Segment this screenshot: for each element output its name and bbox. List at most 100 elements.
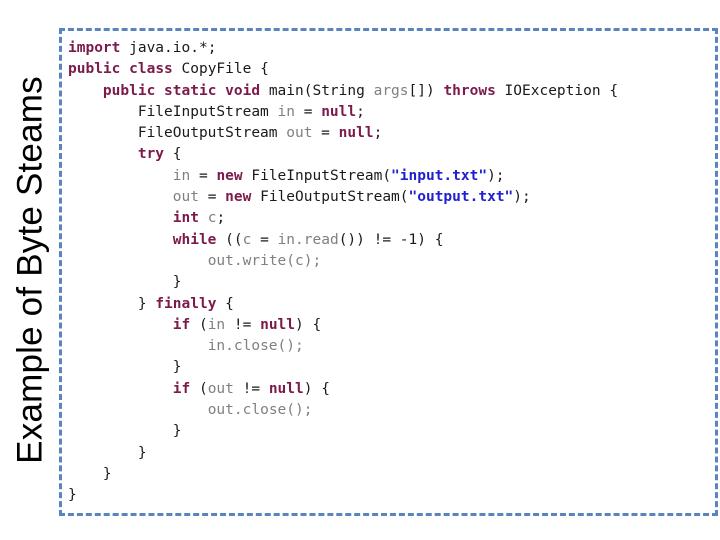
- code-line: FileInputStream in = null;: [68, 102, 618, 123]
- code-token: close: [233, 338, 278, 355]
- code-token: =: [294, 103, 322, 120]
- code-line: }: [68, 485, 618, 506]
- code-token: import: [68, 40, 121, 56]
- code-line: out.close();: [68, 400, 618, 421]
- code-token: while: [172, 231, 217, 248]
- code-line: out = new FileOutputStream("output.txt")…: [68, 187, 618, 208]
- code-token: null: [260, 316, 296, 333]
- code-token: write: [242, 252, 287, 269]
- code-token: in: [277, 103, 295, 120]
- code-token: .: [225, 338, 234, 355]
- code-line: }: [68, 357, 618, 378]
- code-token: FileInputStream: [68, 103, 278, 120]
- code-token: }: [68, 465, 112, 482]
- code-token: public: [68, 61, 121, 78]
- code-token: }: [68, 423, 182, 440]
- code-token: out: [286, 125, 313, 142]
- code-line: if (in != null) {: [68, 315, 618, 336]
- code-line: in.close();: [68, 336, 618, 357]
- code-token: "input.txt": [391, 167, 488, 184]
- code-token: ) {: [303, 380, 330, 397]
- code-line: in = new FileInputStream("input.txt");: [68, 166, 618, 187]
- code-token: in: [207, 316, 226, 333]
- code-token: (: [190, 380, 208, 397]
- code-token: void: [225, 82, 261, 99]
- code-token: out: [207, 252, 234, 269]
- code-token: );: [487, 167, 505, 184]
- code-token: null: [268, 380, 304, 397]
- code-line: }: [68, 272, 618, 293]
- code-token: in: [172, 167, 191, 184]
- code-token: }: [68, 487, 77, 504]
- code-token: if: [172, 380, 191, 397]
- code-token: .: [233, 402, 243, 419]
- code-token: public: [102, 82, 156, 99]
- code-token: ;: [216, 210, 226, 227]
- code-token: }: [68, 359, 182, 376]
- code-token: .: [233, 252, 243, 269]
- code-token: );: [513, 189, 531, 206]
- code-token: try: [137, 146, 165, 163]
- code-token: out: [207, 402, 234, 419]
- code-token: if: [172, 316, 191, 333]
- code-token: !=: [233, 380, 269, 397]
- code-token: }: [68, 274, 182, 291]
- code-token: c: [295, 252, 304, 269]
- code-token: "output.txt": [408, 189, 514, 206]
- code-token: finally: [155, 295, 217, 312]
- code-token: ) {: [295, 316, 322, 333]
- code-line: public static void main(String args[]) t…: [68, 81, 618, 102]
- code-token: =: [251, 231, 278, 248]
- code-token: ()) != -1) {: [338, 231, 444, 248]
- code-token: {: [216, 295, 234, 312]
- code-token: ((: [216, 231, 243, 248]
- code-token: FileOutputStream: [68, 125, 287, 142]
- code-token: null: [321, 103, 357, 120]
- code-token: .: [295, 231, 304, 248]
- code-token: (: [190, 316, 208, 333]
- code-token: throws: [443, 82, 496, 99]
- code-line: int c;: [68, 208, 618, 229]
- code-token: FileOutputStream(: [251, 189, 409, 206]
- code-token: read: [303, 231, 339, 248]
- code-line: import java.io.*;: [68, 38, 618, 59]
- code-token: ;: [356, 103, 365, 120]
- code-token: ();: [286, 402, 313, 419]
- code-token: out: [207, 380, 234, 397]
- java-code-listing: import java.io.*; public class CopyFile …: [68, 38, 618, 507]
- code-token: new: [216, 167, 243, 184]
- code-token: null: [338, 125, 374, 142]
- code-token: class: [129, 61, 173, 78]
- code-token: close: [242, 402, 287, 419]
- code-token: {: [164, 146, 182, 163]
- code-token: =: [190, 167, 217, 184]
- code-token: new: [225, 189, 252, 206]
- code-line: while ((c = in.read()) != -1) {: [68, 230, 618, 251]
- code-token: ;: [373, 125, 383, 142]
- code-token: !=: [225, 316, 261, 333]
- code-token: args: [373, 82, 409, 99]
- slide-canvas: Example of Byte Steams import java.io.*;…: [0, 0, 720, 540]
- code-line: if (out != null) {: [68, 379, 618, 400]
- code-token: []): [408, 82, 444, 99]
- code-line: public class CopyFile {: [68, 59, 618, 80]
- code-line: }: [68, 421, 618, 442]
- code-token: FileInputStream(: [242, 167, 392, 184]
- code-token: static: [164, 82, 217, 99]
- code-panel: import java.io.*; public class CopyFile …: [59, 28, 718, 516]
- code-token: in: [207, 338, 226, 355]
- code-token: out: [172, 189, 199, 206]
- code-token: =: [198, 189, 226, 206]
- code-token: ();: [277, 338, 304, 355]
